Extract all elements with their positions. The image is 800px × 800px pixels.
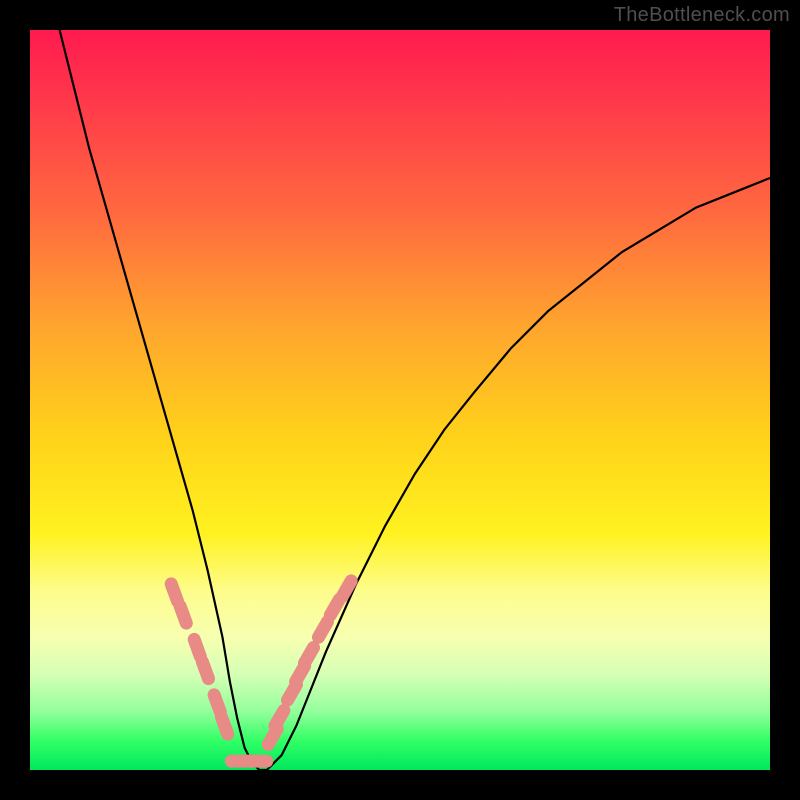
bead: [305, 648, 314, 664]
bead: [319, 622, 328, 638]
bead: [180, 606, 186, 623]
bead: [330, 599, 339, 615]
bead: [275, 710, 284, 726]
bead-overlay: [171, 581, 351, 761]
bead: [342, 581, 351, 597]
bottleneck-chart: [30, 30, 770, 770]
bead: [222, 717, 228, 734]
bead: [194, 639, 200, 656]
watermark-text: TheBottleneck.com: [614, 4, 790, 27]
bead: [214, 695, 220, 712]
chart-frame: TheBottleneck.com: [0, 0, 800, 800]
curve-line: [60, 30, 770, 770]
bead: [202, 662, 208, 679]
bead: [171, 584, 177, 601]
